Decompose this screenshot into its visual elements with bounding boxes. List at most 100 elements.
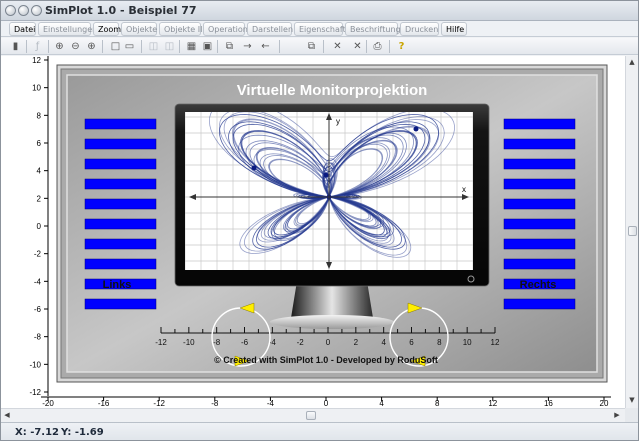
menu-darstellen[interactable]: Darstellen (247, 22, 293, 36)
calculator-icon[interactable]: ▮ (9, 40, 22, 53)
x-axis-tick-label: 16 (544, 399, 553, 408)
y-axis-tick-label: -8 (34, 333, 42, 342)
curve-point (413, 126, 419, 132)
curve-point (251, 165, 257, 171)
y-axis-tick-label: 4 (37, 167, 42, 176)
title-bar[interactable]: SimPlot 1.0 - Beispiel 77 (1, 1, 638, 21)
toolbar-separator (102, 40, 103, 53)
toolbar-separator (48, 40, 49, 53)
left-bar (84, 138, 157, 150)
monitor-stand-base (270, 315, 394, 329)
select-rect-icon[interactable]: □ (109, 40, 122, 53)
x-axis-tick-label: 20 (600, 399, 609, 408)
table-icon[interactable]: ▦ (185, 40, 198, 53)
menu-einstellungen[interactable]: Einstellungen (38, 22, 97, 36)
status-bar: X: -7.12 Y: -1.69 (1, 422, 638, 440)
left-bar (84, 298, 157, 310)
toolbar-separator (26, 40, 27, 53)
menu-operation[interactable]: Operation (203, 22, 248, 36)
x-axis-tick-label: -4 (267, 399, 275, 408)
curve-point (323, 172, 329, 178)
x-axis-tick-label: 0 (324, 399, 329, 408)
copy-icon[interactable]: ⧉ (223, 40, 236, 53)
zoom-out-icon[interactable]: ⊖ (69, 40, 82, 53)
credit-text: © Created with SimPlot 1.0 - Developed b… (214, 355, 438, 365)
vertical-scroll-thumb[interactable] (628, 226, 637, 236)
plot-canvas[interactable]: -20 -16 -12 -8 -4 0 4 8 12 16 20 12 10 8 6 4 2 0 -2 -4 -6 -8-… (1, 56, 625, 408)
toolbar-separator (179, 40, 180, 53)
zoom-fit-icon[interactable]: ⊕ (85, 40, 98, 53)
scroll-up-arrow-icon[interactable]: ▲ (626, 56, 638, 68)
toolbar: ▮ ƒ ⊕ ⊖ ⊕ □ ▭ ◫ ◫ ▦ ▣ ⧉ → ← ⧉ ✕ ✕ ⎙? (1, 38, 638, 55)
arrow-left-icon[interactable]: ← (259, 40, 272, 53)
coordinates-icon[interactable]: ▭ (123, 40, 136, 53)
left-bar (84, 238, 157, 250)
y-axis-tick-label: -6 (34, 305, 42, 314)
toolbar-separator (141, 40, 142, 53)
x-axis-tick-label: 4 (379, 399, 384, 408)
toolbar-separator (366, 40, 367, 53)
menu-objekte-i[interactable]: Objekte I (121, 22, 162, 36)
horizontal-scrollbar[interactable]: ◀ ▶ (1, 408, 625, 422)
ruler-tick-label: 4 (381, 338, 386, 347)
object2-icon[interactable]: ◫ (163, 40, 176, 53)
ruler-tick-label: -12 (155, 338, 167, 347)
ruler-tick-label: -10 (183, 338, 195, 347)
arrow-right-icon[interactable]: → (241, 40, 254, 53)
y-axis-tick-label: 8 (37, 111, 42, 120)
help-icon[interactable]: ? (395, 40, 408, 53)
delete-icon[interactable]: ✕ (331, 40, 344, 53)
scroll-right-arrow-icon[interactable]: ▶ (611, 409, 623, 421)
ruler-tick-label: 8 (437, 338, 442, 347)
menu-bar: Datei Einstellungen Zoom Objekte I Objekte I… (1, 21, 638, 37)
left-bar (84, 218, 157, 230)
right-bar (503, 118, 576, 130)
y-axis-tick-label: -4 (34, 277, 42, 286)
x-axis-tick-label: -12 (153, 399, 165, 408)
left-bar (84, 258, 157, 270)
vertical-scrollbar[interactable]: ▲ ▼ (625, 56, 638, 408)
toolbar-separator (279, 40, 280, 53)
ruler-tick-label: 0 (326, 338, 331, 347)
right-bar (503, 298, 576, 310)
cursor-y-readout: Y: -1.69 (61, 427, 104, 438)
y-axis-tick-label: -10 (29, 360, 41, 369)
menu-objekte-ii[interactable]: Objekte II (159, 22, 202, 36)
minimize-window-icon[interactable] (18, 5, 29, 16)
x-axis-tick-label: -8 (211, 399, 219, 408)
x-axis-tick-label: 8 (435, 399, 440, 408)
menu-beschriftung[interactable]: Beschriftung (345, 22, 401, 36)
object-icon[interactable]: ◫ (147, 40, 160, 53)
y-axis-tick-label: 2 (37, 194, 42, 203)
right-label: Rechts (520, 279, 557, 291)
function-icon[interactable]: ƒ (31, 40, 44, 53)
horizontal-scroll-thumb[interactable] (306, 411, 316, 420)
toolbar-separator (323, 40, 324, 53)
screen-icon[interactable]: ▣ (201, 40, 214, 53)
print-icon[interactable]: ⎙ (371, 40, 384, 53)
y-axis-tick-label: 10 (32, 84, 41, 93)
monitor-stand-neck (291, 281, 373, 318)
plot-svg[interactable]: -20 -16 -12 -8 -4 0 4 8 12 16 20121086420-2-4-6-8-… (1, 56, 625, 408)
menu-datei[interactable]: Datei (9, 22, 36, 36)
menu-eigenschaft[interactable]: Eigenschaft (294, 22, 346, 36)
ruler-tick-label: -8 (213, 338, 221, 347)
pages-icon[interactable]: ⧉ (305, 40, 318, 53)
toolbar-separator (217, 40, 218, 53)
y-axis-tick-label: -12 (29, 388, 41, 397)
scroll-down-arrow-icon[interactable]: ▼ (626, 394, 638, 406)
right-bar (503, 258, 576, 270)
scene-title: Virtuelle Monitorprojektion (237, 82, 428, 99)
ruler-tick-label: -6 (241, 338, 249, 347)
scroll-left-arrow-icon[interactable]: ◀ (1, 409, 13, 421)
maximize-window-icon[interactable] (31, 5, 42, 16)
scroll-corner (625, 408, 638, 422)
menu-hilfe[interactable]: Hilfe (441, 22, 467, 36)
ruler-tick-label: 12 (491, 338, 500, 347)
screen-x-label: x (462, 185, 466, 194)
menu-drucken[interactable]: Drucken (400, 22, 439, 36)
zoom-in-icon[interactable]: ⊕ (53, 40, 66, 53)
delete-all-icon[interactable]: ✕ (351, 40, 364, 53)
close-window-icon[interactable] (5, 5, 16, 16)
menu-zoom[interactable]: Zoom (93, 22, 121, 36)
